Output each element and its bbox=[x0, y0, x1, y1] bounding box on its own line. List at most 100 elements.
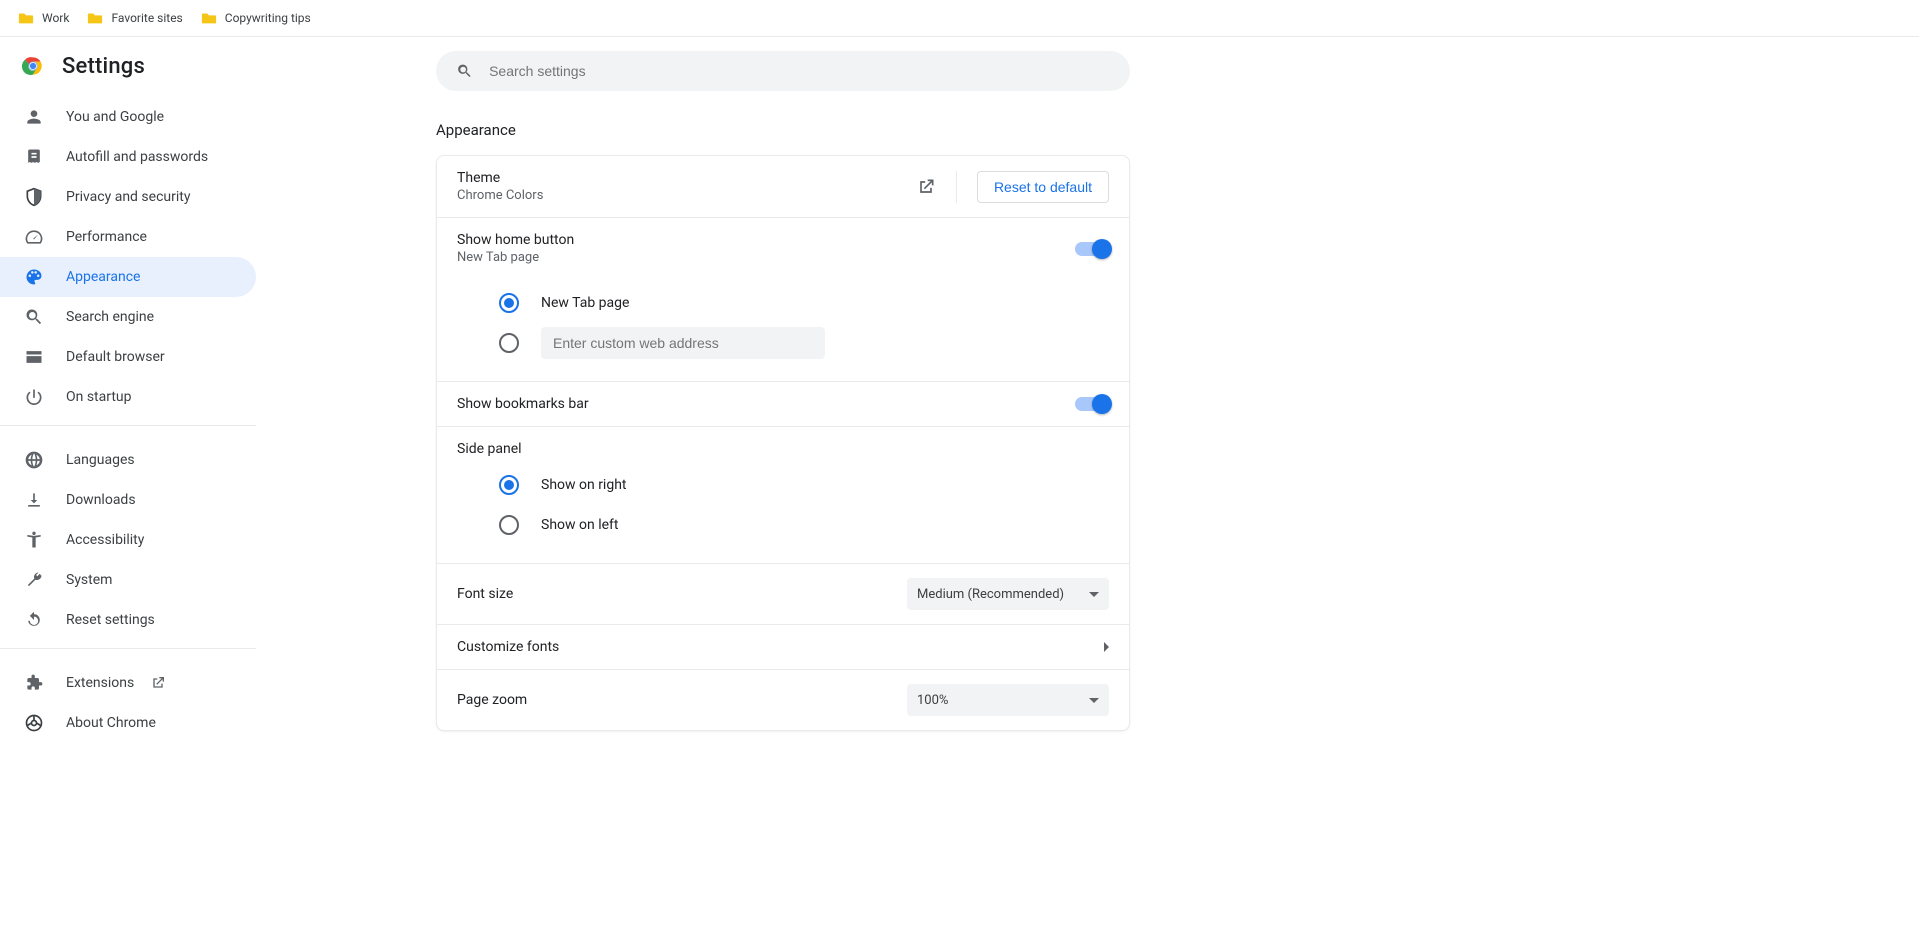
theme-title: Theme bbox=[457, 170, 904, 186]
nav-extensions[interactable]: Extensions bbox=[0, 663, 256, 703]
appearance-card: Theme Chrome Colors Reset to default Sho… bbox=[436, 155, 1130, 731]
theme-row[interactable]: Theme Chrome Colors Reset to default bbox=[437, 156, 1129, 217]
palette-icon bbox=[24, 267, 44, 287]
radio-label: Show on right bbox=[541, 477, 627, 493]
nav-label: Extensions bbox=[66, 675, 134, 691]
nav-autofill[interactable]: Autofill and passwords bbox=[0, 137, 256, 177]
nav-languages[interactable]: Languages bbox=[0, 440, 256, 480]
nav-primary: You and Google Autofill and passwords Priv… bbox=[0, 91, 256, 417]
home-options: New Tab page bbox=[437, 279, 1129, 381]
extension-icon bbox=[24, 673, 44, 693]
chevron-right-icon bbox=[1104, 642, 1109, 652]
autofill-icon bbox=[24, 147, 44, 167]
nav-accessibility[interactable]: Accessibility bbox=[0, 520, 256, 560]
shield-icon bbox=[24, 187, 44, 207]
fontsize-row: Font size Medium (Recommended) bbox=[437, 563, 1129, 624]
brand: Settings bbox=[0, 53, 256, 91]
radio-icon[interactable] bbox=[499, 515, 519, 535]
chevron-down-icon bbox=[1089, 698, 1099, 703]
nav-label: Default browser bbox=[66, 349, 165, 365]
nav-performance[interactable]: Performance bbox=[0, 217, 256, 257]
nav-appearance[interactable]: Appearance bbox=[0, 257, 256, 297]
home-title: Show home button bbox=[457, 232, 1063, 248]
folder-icon bbox=[201, 10, 217, 26]
customize-fonts-row[interactable]: Customize fonts bbox=[437, 624, 1129, 669]
nav-label: Accessibility bbox=[66, 532, 144, 548]
sidebar: Settings You and Google Autofill and pass… bbox=[0, 37, 256, 743]
nav-privacy[interactable]: Privacy and security bbox=[0, 177, 256, 217]
radio-icon[interactable] bbox=[499, 333, 519, 353]
speed-icon bbox=[24, 227, 44, 247]
nav-label: On startup bbox=[66, 389, 132, 405]
fontsize-select[interactable]: Medium (Recommended) bbox=[907, 578, 1109, 610]
wrench-icon bbox=[24, 570, 44, 590]
nav-divider bbox=[0, 648, 256, 649]
custom-address-input[interactable] bbox=[541, 327, 825, 359]
sidepanel-radio-left[interactable]: Show on left bbox=[499, 505, 1109, 545]
search-input[interactable] bbox=[489, 63, 1110, 79]
power-icon bbox=[24, 387, 44, 407]
sidepanel-radio-right[interactable]: Show on right bbox=[499, 465, 1109, 505]
bookmark-label: Copywriting tips bbox=[225, 11, 311, 25]
nav-label: Performance bbox=[66, 229, 147, 245]
nav-on-startup[interactable]: On startup bbox=[0, 377, 256, 417]
bookmark-label: Work bbox=[42, 11, 69, 25]
nav-system[interactable]: System bbox=[0, 560, 256, 600]
sidepanel-row: Side panel bbox=[437, 426, 1129, 461]
nav-default-browser[interactable]: Default browser bbox=[0, 337, 256, 377]
page-title: Settings bbox=[62, 54, 145, 79]
open-in-new-icon[interactable] bbox=[916, 177, 936, 197]
fontsize-value: Medium (Recommended) bbox=[917, 587, 1064, 602]
radio-label: Show on left bbox=[541, 517, 618, 533]
home-button-toggle[interactable] bbox=[1075, 242, 1109, 256]
browser-icon bbox=[24, 347, 44, 367]
nav-divider bbox=[0, 425, 256, 426]
download-icon bbox=[24, 490, 44, 510]
radio-icon[interactable] bbox=[499, 475, 519, 495]
home-radio-newtab[interactable]: New Tab page bbox=[499, 283, 1109, 323]
pagezoom-value: 100% bbox=[917, 693, 948, 708]
nav-label: Autofill and passwords bbox=[66, 149, 208, 165]
folder-icon bbox=[18, 10, 34, 26]
nav-secondary: Languages Downloads Accessibility System Res… bbox=[0, 434, 256, 640]
accessibility-icon bbox=[24, 530, 44, 550]
pagezoom-title: Page zoom bbox=[457, 692, 895, 708]
bookmark-label: Favorite sites bbox=[111, 11, 182, 25]
reset-to-default-button[interactable]: Reset to default bbox=[977, 171, 1109, 203]
chevron-down-icon bbox=[1089, 592, 1099, 597]
nav-search-engine[interactable]: Search engine bbox=[0, 297, 256, 337]
fontsize-title: Font size bbox=[457, 586, 895, 602]
bookmark-folder-favorite-sites[interactable]: Favorite sites bbox=[87, 10, 182, 26]
nav-label: Search engine bbox=[66, 309, 154, 325]
nav-label: You and Google bbox=[66, 109, 164, 125]
chrome-outline-icon bbox=[24, 713, 44, 733]
nav-label: System bbox=[66, 572, 112, 588]
person-icon bbox=[24, 107, 44, 127]
reset-icon bbox=[24, 610, 44, 630]
pagezoom-select[interactable]: 100% bbox=[907, 684, 1109, 716]
radio-icon[interactable] bbox=[499, 293, 519, 313]
bookmarks-bar-toggle[interactable] bbox=[1075, 397, 1109, 411]
divider bbox=[956, 171, 957, 203]
home-radio-custom[interactable] bbox=[499, 323, 1109, 363]
bookmark-folder-work[interactable]: Work bbox=[18, 10, 69, 26]
home-button-row: Show home button New Tab page bbox=[437, 217, 1129, 279]
sidepanel-options: Show on right Show on left bbox=[437, 461, 1129, 563]
section-title: Appearance bbox=[436, 121, 1919, 139]
customfonts-title: Customize fonts bbox=[457, 639, 1092, 655]
nav-about[interactable]: About Chrome bbox=[0, 703, 256, 743]
nav-downloads[interactable]: Downloads bbox=[0, 480, 256, 520]
chrome-logo-icon bbox=[20, 53, 46, 79]
open-in-new-icon bbox=[150, 675, 166, 691]
search-box[interactable] bbox=[436, 51, 1130, 91]
nav-label: Languages bbox=[66, 452, 135, 468]
nav-reset[interactable]: Reset settings bbox=[0, 600, 256, 640]
main: Appearance Theme Chrome Colors Reset to … bbox=[256, 37, 1919, 743]
nav-you-and-google[interactable]: You and Google bbox=[0, 97, 256, 137]
bookmark-folder-copywriting-tips[interactable]: Copywriting tips bbox=[201, 10, 311, 26]
nav-label: Downloads bbox=[66, 492, 136, 508]
bookmarks-title: Show bookmarks bar bbox=[457, 396, 1063, 412]
search-icon bbox=[24, 307, 44, 327]
radio-label: New Tab page bbox=[541, 295, 629, 311]
nav-tertiary: Extensions About Chrome bbox=[0, 657, 256, 743]
